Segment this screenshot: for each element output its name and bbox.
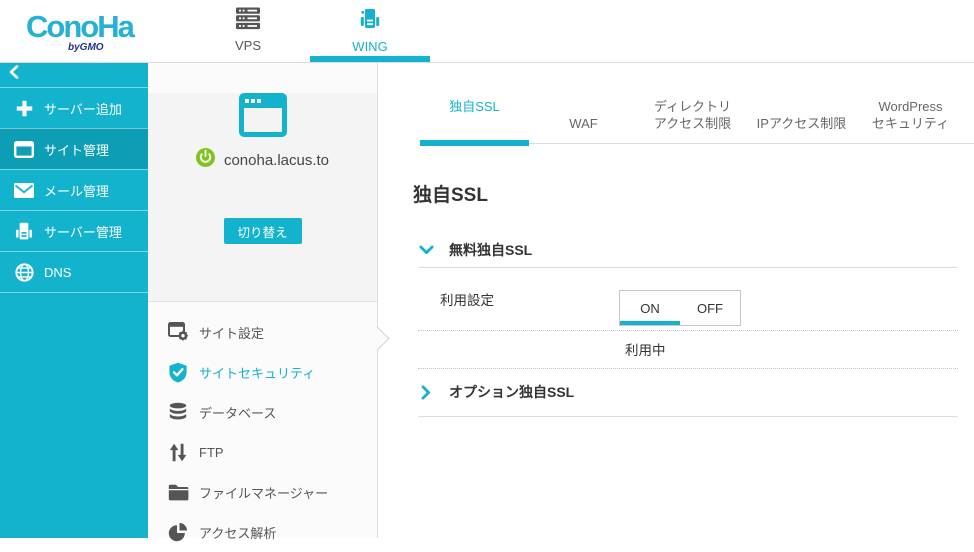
option-ssl-section-title: オプション独自SSL <box>449 384 575 400</box>
usage-status-text: 利用中 <box>625 343 666 358</box>
browser-app-icon <box>238 93 287 137</box>
chevron-right-icon <box>418 384 434 400</box>
menu-item-file-manager[interactable]: ファイルマネージャー <box>148 472 377 512</box>
menu-item-label: データベース <box>199 405 277 421</box>
tab-wordpress-security[interactable]: WordPress セキュリティ <box>856 81 965 143</box>
menu-item-ftp[interactable]: FTP <box>148 432 377 472</box>
shield-check-icon <box>166 362 190 383</box>
security-tab-strip: 独自SSL WAF ディレクトリ アクセス制限 IPアクセス制限 WordPre… <box>420 97 974 146</box>
switch-site-button[interactable]: 切り替え <box>223 218 302 244</box>
tab-label: WAF <box>569 116 598 131</box>
power-on-icon <box>195 148 215 172</box>
menu-item-label: サイトセキュリティ <box>199 365 316 381</box>
menu-item-access-analytics[interactable]: アクセス解析 <box>148 512 377 552</box>
page-title: 独自SSL <box>413 185 488 206</box>
site-settings-icon <box>166 322 190 342</box>
usage-setting-row: 利用設定 ON OFF <box>418 268 958 331</box>
ssl-on-off-toggle: ON OFF <box>619 290 741 326</box>
free-ssl-section-header[interactable]: 無料独自SSL <box>418 232 958 267</box>
menu-item-database[interactable]: データベース <box>148 392 377 432</box>
browser-dot <box>250 99 255 103</box>
server-tower-icon <box>12 221 36 242</box>
browser-body <box>243 108 282 132</box>
toggle-selected-bar <box>620 321 680 325</box>
tab-label: WordPress セキュリティ <box>871 99 950 131</box>
wing-server-icon <box>358 7 382 31</box>
tab-label: ディレクトリ アクセス制限 <box>653 99 732 131</box>
plus-icon <box>12 100 36 117</box>
main-content: 独自SSL WAF ディレクトリ アクセス制限 IPアクセス制限 WordPre… <box>378 62 974 538</box>
site-domain: conoha.lacus.to <box>223 151 330 169</box>
toggle-on-label: ON <box>640 300 660 316</box>
folder-icon <box>166 484 190 501</box>
tab-label: 独自SSL <box>449 99 500 114</box>
current-site-card: conoha.lacus.to 切り替え <box>148 93 377 302</box>
option-ssl-section: オプション独自SSL <box>418 368 958 417</box>
menu-item-label: サイト設定 <box>199 325 265 341</box>
sidebar-item-label: サーバー追加 <box>44 101 122 117</box>
tab-waf[interactable]: WAF <box>529 98 638 143</box>
active-tab-underline <box>420 140 529 146</box>
conoha-logo[interactable]: ConoHa byGMO <box>26 8 156 56</box>
sidebar-item-add-server[interactable]: サーバー追加 <box>0 87 148 128</box>
chevron-down-icon <box>418 245 434 255</box>
browser-dot <box>244 99 249 103</box>
free-ssl-section: 無料独自SSL <box>418 232 958 268</box>
mail-icon <box>12 182 36 198</box>
toggle-on-button[interactable]: ON <box>620 291 680 325</box>
tab-ip-access-restriction[interactable]: IPアクセス制限 <box>747 98 856 143</box>
toggle-off-button[interactable]: OFF <box>680 291 740 325</box>
conoha-logo-bygmo: byGMO <box>68 42 104 53</box>
nav-tab-vps[interactable]: VPS <box>200 7 296 53</box>
sidebar-collapse-button[interactable] <box>0 62 148 87</box>
main-sidebar: サーバー追加 サイト管理 メール管理 サーバー管理 DNS <box>0 62 148 538</box>
browser-dot <box>256 99 261 103</box>
database-icon <box>166 402 190 422</box>
sidebar-divider <box>0 292 148 293</box>
nav-tab-wing-label: WING <box>352 39 388 54</box>
app-header: ConoHa byGMO VPS WING <box>0 0 974 63</box>
vps-servers-icon <box>235 7 261 31</box>
sidebar-item-server-management[interactable]: サーバー管理 <box>0 210 148 251</box>
toggle-off-label: OFF <box>697 300 723 316</box>
nav-tab-vps-label: VPS <box>234 38 261 53</box>
browser-window-icon <box>12 140 36 158</box>
sidebar-item-dns[interactable]: DNS <box>0 251 148 292</box>
sidebar-item-label: サーバー管理 <box>44 224 122 240</box>
sidebar-item-label: サイト管理 <box>44 142 110 158</box>
site-domain-row: conoha.lacus.to <box>148 148 377 172</box>
menu-item-label: アクセス解析 <box>199 525 277 541</box>
menu-item-label: ファイルマネージャー <box>199 485 329 501</box>
up-down-arrows-icon <box>166 443 190 462</box>
pie-chart-icon <box>166 522 190 542</box>
tab-label: IPアクセス制限 <box>756 116 847 131</box>
usage-status-row: 利用中 <box>418 330 958 369</box>
conoha-logo-text: ConoHa <box>26 9 135 44</box>
chevron-left-icon <box>9 65 19 84</box>
tab-directory-access-restriction[interactable]: ディレクトリ アクセス制限 <box>638 81 747 143</box>
globe-icon <box>12 262 36 282</box>
menu-item-site-settings[interactable]: サイト設定 <box>148 312 377 352</box>
option-ssl-section-header[interactable]: オプション独自SSL <box>418 368 958 416</box>
sidebar-item-site-management[interactable]: サイト管理 <box>0 128 148 169</box>
menu-item-site-security[interactable]: サイトセキュリティ <box>148 352 377 392</box>
sidebar-item-label: メール管理 <box>44 183 110 199</box>
site-menu: サイト設定 サイトセキュリティ データベース FTP ファイルマネージャー アク… <box>148 302 377 552</box>
active-nav-underline <box>310 56 430 62</box>
menu-item-label: FTP <box>199 444 224 460</box>
tab-dokuji-ssl[interactable]: 独自SSL <box>420 81 529 146</box>
nav-tab-wing[interactable]: WING <box>322 7 418 54</box>
free-ssl-section-title: 無料独自SSL <box>449 241 533 258</box>
sidebar-item-label: DNS <box>44 264 72 280</box>
site-panel: conoha.lacus.to 切り替え サイト設定 サイトセキュリティ データ… <box>148 62 390 542</box>
usage-setting-label: 利用設定 <box>440 293 494 308</box>
sidebar-item-mail-management[interactable]: メール管理 <box>0 169 148 210</box>
